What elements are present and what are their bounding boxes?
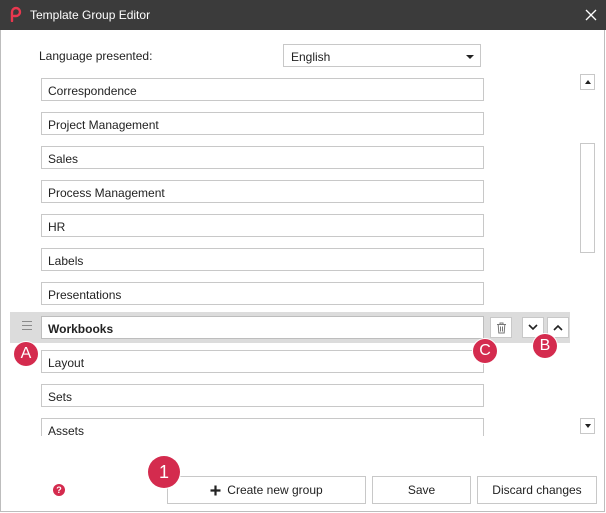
language-label: Language presented: — [39, 49, 153, 63]
group-name-input[interactable]: Layout — [41, 350, 484, 373]
arrow-up-icon — [584, 80, 591, 84]
group-list: Correspondence Project Management Sales … — [0, 78, 570, 436]
group-name-input[interactable]: HR — [41, 214, 484, 237]
help-icon[interactable]: ? — [53, 484, 65, 496]
close-button[interactable] — [576, 0, 606, 30]
chevron-down-icon — [466, 55, 474, 59]
language-select-value: English — [291, 50, 331, 64]
app-logo-icon — [9, 6, 23, 25]
create-new-group-label: Create new group — [227, 483, 323, 497]
callout-marker-b: B — [533, 334, 557, 358]
scroll-down-button[interactable] — [580, 418, 595, 434]
delete-group-button[interactable] — [490, 317, 512, 338]
language-select[interactable]: English — [283, 44, 481, 67]
group-name-input[interactable]: Process Management — [41, 180, 484, 203]
group-name-input[interactable]: Sets — [41, 384, 484, 407]
create-new-group-button[interactable]: Create new group — [167, 476, 366, 504]
group-name-input[interactable]: Labels — [41, 248, 484, 271]
drag-handle-icon[interactable] — [22, 321, 32, 333]
group-name-input[interactable]: Project Management — [41, 112, 484, 135]
close-icon — [585, 9, 597, 21]
group-name-input[interactable]: Assets — [41, 418, 484, 436]
callout-marker-a: A — [14, 342, 38, 366]
group-name-input[interactable]: Presentations — [41, 282, 484, 305]
plus-icon — [210, 485, 221, 495]
chevron-up-icon — [553, 324, 563, 331]
group-name-input[interactable]: Correspondence — [41, 78, 484, 101]
callout-marker-1: 1 — [148, 456, 180, 488]
arrow-down-icon — [584, 424, 591, 428]
group-name-input[interactable]: Sales — [41, 146, 484, 169]
discard-changes-label: Discard changes — [492, 483, 582, 497]
title-bar: Template Group Editor — [0, 0, 606, 30]
save-label: Save — [407, 483, 436, 497]
save-button[interactable]: Save — [372, 476, 471, 504]
chevron-down-icon — [528, 324, 538, 331]
group-name-input-selected[interactable]: Workbooks — [41, 316, 484, 339]
discard-changes-button[interactable]: Discard changes — [477, 476, 597, 504]
window-title: Template Group Editor — [30, 8, 151, 22]
scroll-up-button[interactable] — [580, 74, 595, 90]
trash-icon — [496, 322, 506, 333]
scrollbar-thumb[interactable] — [580, 143, 595, 253]
callout-marker-c: C — [473, 339, 497, 363]
